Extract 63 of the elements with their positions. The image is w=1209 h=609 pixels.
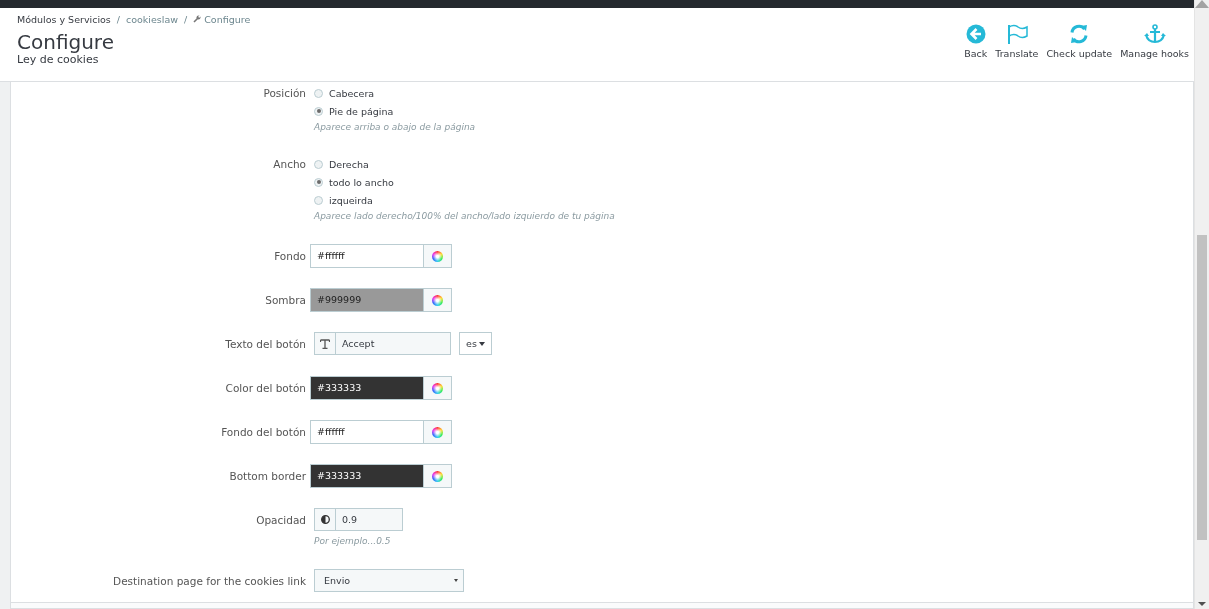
color-picker-button[interactable] — [424, 464, 452, 488]
color-picker-button[interactable] — [424, 376, 452, 400]
flag-icon — [1005, 24, 1028, 44]
color-picker-button[interactable] — [424, 420, 452, 444]
breadcrumb-link[interactable]: Configure — [193, 13, 251, 25]
help-text: Por ejemplo...0.5 — [314, 535, 391, 548]
color-input-field[interactable]: #333333 — [310, 376, 424, 400]
color-wheel-icon — [432, 382, 443, 394]
radio-label: todo lo ancho — [329, 176, 394, 188]
color-input-field[interactable]: #333333 — [310, 464, 424, 488]
text-format-icon — [320, 338, 330, 349]
radio-label: Cabecera — [329, 87, 375, 99]
field-label: Fondo — [273, 249, 306, 264]
toolbar-button[interactable]: Check update — [1046, 24, 1113, 59]
contrast-icon — [320, 515, 330, 524]
field-label: Posición — [262, 86, 306, 101]
field-label: Sombra — [264, 293, 306, 308]
page-subtitle: Ley de cookies — [17, 54, 99, 66]
field-label: Bottom border — [228, 469, 306, 484]
breadcrumb-link[interactable]: cookieslaw — [126, 13, 178, 25]
toolbar-button[interactable]: Back — [964, 24, 988, 59]
toolbar-button[interactable]: Translate — [995, 24, 1039, 59]
refresh-icon — [1069, 24, 1090, 44]
field-label: Fondo del botón — [220, 425, 306, 440]
color-input-field[interactable]: #999999 — [310, 288, 424, 312]
wrench-icon — [193, 15, 202, 23]
scrollbar-thumb[interactable] — [1197, 235, 1207, 540]
scrollbar[interactable] — [1194, 0, 1209, 609]
field-label: Texto del botón — [224, 337, 306, 352]
toolbar-button[interactable]: Manage hooks — [1120, 24, 1189, 59]
field-label: Ancho — [272, 157, 306, 172]
help-text: Aparece lado derecho/100% del ancho/lado izquierdo de tu página — [314, 210, 615, 223]
anchor-icon — [1143, 24, 1166, 44]
color-picker-button[interactable] — [424, 244, 452, 268]
radio-button[interactable] — [314, 88, 323, 98]
breadcrumb-separator: / — [184, 13, 188, 25]
radio-button[interactable] — [314, 106, 323, 116]
color-input-field[interactable]: #ffffff — [310, 244, 424, 268]
text-input-field[interactable]: Accept — [336, 332, 451, 355]
opacity-input-field[interactable]: 0.9 — [336, 508, 403, 531]
field-label: Opacidad — [255, 513, 306, 528]
language-dropdown[interactable]: es — [459, 332, 492, 355]
page-select[interactable]: Envio — [314, 569, 464, 592]
scroll-up-arrow-icon[interactable] — [1195, 0, 1209, 8]
field-label: Destination page for the cookies link — [112, 574, 306, 589]
breadcrumb-link[interactable]: Módulos y Servicios — [17, 13, 111, 25]
radio-button[interactable] — [314, 159, 323, 169]
radio-label: izqueirda — [329, 194, 373, 206]
page-title: Configure — [17, 30, 114, 54]
help-text: Aparece arriba o abajo de la página — [314, 121, 476, 134]
color-wheel-icon — [432, 470, 443, 482]
color-wheel-icon — [432, 250, 443, 262]
color-wheel-icon — [432, 426, 443, 438]
radio-button[interactable] — [314, 177, 323, 187]
radio-label: Pie de página — [329, 105, 394, 117]
color-input-field[interactable]: #ffffff — [310, 420, 424, 444]
breadcrumb-separator: / — [116, 13, 120, 25]
color-wheel-icon — [432, 294, 443, 306]
radio-label: Derecha — [329, 158, 369, 170]
color-picker-button[interactable] — [424, 288, 452, 312]
field-label: Color del botón — [224, 381, 306, 396]
radio-button[interactable] — [314, 195, 323, 205]
scroll-down-arrow-icon[interactable] — [1198, 602, 1206, 606]
